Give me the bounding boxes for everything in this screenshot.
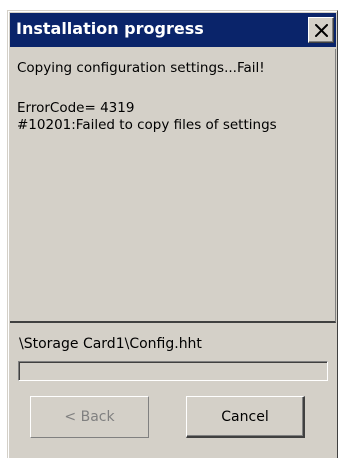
close-button[interactable]	[308, 17, 334, 43]
title-bar: Installation progress	[10, 13, 336, 47]
close-x-icon	[315, 24, 328, 37]
log-output-area: Copying configuration settings...Fail! E…	[10, 49, 336, 323]
log-line-error-code: ErrorCode= 4319	[17, 100, 135, 116]
log-line-error-message: #10201:Failed to copy files of settings	[17, 117, 277, 133]
log-line-status: Copying configuration settings...Fail!	[17, 60, 265, 76]
back-button[interactable]: < Back	[30, 396, 149, 438]
cancel-button[interactable]: Cancel	[186, 396, 305, 438]
progress-bar	[18, 361, 328, 381]
dialog-title: Installation progress	[16, 19, 204, 38]
current-file-path: \Storage Card1\Config.hht	[19, 336, 202, 352]
installation-progress-dialog: Installation progress Copying configurat…	[7, 10, 338, 458]
